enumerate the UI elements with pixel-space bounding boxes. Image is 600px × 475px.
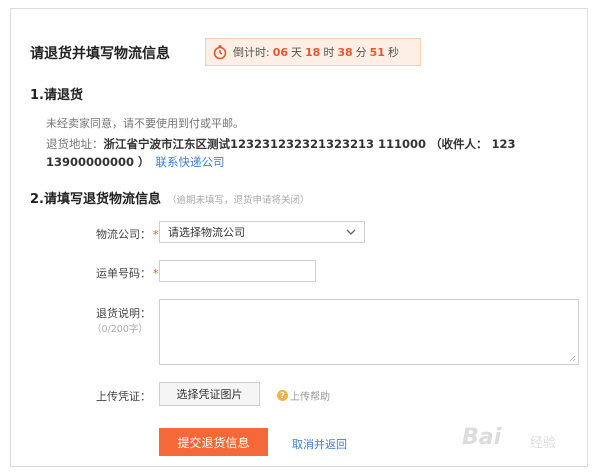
section-logistics-hint: （逾期未填写，退货申请将关闭） <box>166 195 310 206</box>
countdown-box: 倒计时: 06 天 18 时 38 分 51 秒 <box>205 38 421 66</box>
contact-courier-link[interactable]: 联系快递公司 <box>156 155 225 169</box>
section-logistics-title: 2.请填写退货物流信息 （逾期未填写，退货申请将关闭） <box>30 188 310 207</box>
page-title: 请退货并填写物流信息 <box>30 46 170 62</box>
tracking-label: 运单号码： * <box>96 265 159 281</box>
countdown-label: 倒计时: <box>233 46 270 59</box>
address-value: 浙江省宁波市江东区测试123231232321323213 111000 （收件… <box>46 137 516 169</box>
countdown-seconds-unit: 秒 <box>387 46 399 59</box>
resize-handle-icon[interactable] <box>568 354 576 362</box>
watermark-sub: 经验 <box>530 436 557 451</box>
logistics-company-select[interactable]: 请选择物流公司 <box>159 221 365 243</box>
countdown-seconds: 51 <box>369 45 385 59</box>
required-mark: * <box>153 228 159 241</box>
countdown-minutes: 38 <box>337 45 353 59</box>
return-address: 退货地址：浙江省宁波市江东区测试123231232321323213 11100… <box>46 135 566 171</box>
logistics-label-text: 物流公司： <box>96 228 151 241</box>
submit-return-button[interactable]: 提交退货信息 <box>159 428 268 456</box>
watermark-brand: Bai <box>462 425 502 450</box>
countdown-minutes-unit: 分 <box>355 46 367 59</box>
countdown-days-unit: 天 <box>291 46 303 59</box>
section-logistics-heading: 2.请填写退货物流信息 <box>30 192 161 207</box>
cancel-return-link[interactable]: 取消并返回 <box>292 436 347 452</box>
address-label: 退货地址： <box>46 137 104 151</box>
description-textarea[interactable] <box>159 299 579 365</box>
countdown-days: 06 <box>272 45 289 59</box>
section-return-title: 1.请退货 <box>30 88 83 103</box>
help-icon: ? <box>277 390 288 401</box>
tracking-number-input[interactable] <box>159 260 316 282</box>
description-char-counter: （0/200字） <box>92 324 148 335</box>
logistics-label: 物流公司： * <box>96 226 159 242</box>
return-notice: 未经卖家同意，请不要使用到付或平邮。 <box>46 117 244 130</box>
stopwatch-icon <box>213 45 227 60</box>
tracking-label-text: 运单号码： <box>96 267 151 280</box>
countdown-hours-unit: 时 <box>323 46 335 59</box>
countdown-hours: 18 <box>305 45 321 59</box>
required-mark: * <box>153 267 159 280</box>
upload-help-link[interactable]: ? 上传帮助 <box>277 388 330 403</box>
title-row: 请退货并填写物流信息 <box>30 40 170 66</box>
upload-label: 上传凭证： <box>96 390 151 403</box>
chevron-down-icon <box>346 229 356 235</box>
description-label: 退货说明： <box>96 307 151 320</box>
choose-image-button[interactable]: 选择凭证图片 <box>159 382 260 406</box>
baidu-watermark: Bai 经验 <box>462 419 582 459</box>
upload-help-text: 上传帮助 <box>290 392 330 403</box>
logistics-select-value: 请选择物流公司 <box>168 226 245 239</box>
